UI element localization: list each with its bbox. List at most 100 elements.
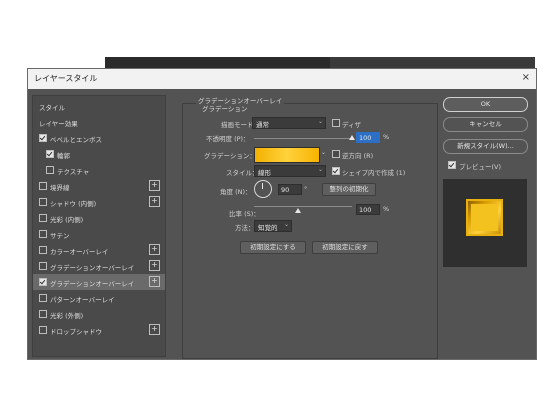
style-list-item-outer-glow[interactable]: 光彩 (外側) — [33, 306, 165, 322]
list-item-label: テクスチャ — [57, 168, 90, 176]
scale-input[interactable]: 100 — [356, 204, 380, 215]
style-list-item-gradient-overlay-selected[interactable]: グラデーションオーバーレイ + — [33, 274, 165, 290]
list-item-label: スタイル — [39, 104, 65, 112]
opacity-percent: % — [383, 133, 390, 141]
preview-swatch-face — [471, 204, 498, 231]
checkbox-icon[interactable] — [39, 310, 47, 318]
checkbox-icon[interactable] — [39, 262, 47, 270]
method-select[interactable]: 知覚的 ⌄ — [254, 220, 292, 232]
blend-mode-select[interactable]: 通常 ⌄ — [252, 117, 326, 129]
list-item-label: シャドウ (内側) — [50, 200, 97, 208]
scale-slider[interactable] — [254, 206, 352, 207]
checkbox-icon[interactable] — [39, 326, 47, 334]
checkbox-icon[interactable] — [39, 246, 47, 254]
scale-label: 比率 (S)： — [229, 210, 260, 218]
opacity-label: 不透明度 (P)： — [206, 135, 250, 143]
checkbox-icon[interactable] — [46, 166, 54, 174]
styles-list: スタイル レイヤー効果 ベベルとエンボス 輪郭 テクスチャ 境界線 + シャドウ… — [32, 95, 166, 357]
style-list-item-texture[interactable]: テクスチャ — [33, 162, 165, 178]
angle-input[interactable]: 90 — [278, 184, 302, 195]
reset-to-default-button[interactable]: 初期設定に戻す — [312, 241, 378, 254]
gradient-overlay-settings: グラデーションオーバーレイ グラデーション 描画モード： 通常 ⌄ ディザ 不透… — [182, 95, 438, 359]
list-item-label: ドロップシャドウ — [50, 328, 102, 336]
opacity-slider-handle[interactable] — [349, 135, 355, 140]
preview-swatch — [466, 199, 503, 236]
blend-mode-value: 通常 — [256, 121, 269, 129]
cancel-button[interactable]: キャンセル — [443, 117, 528, 132]
reverse-checkbox[interactable] — [332, 150, 340, 158]
reverse-label: 逆方向 (R) — [342, 152, 374, 160]
list-item-label: 境界線 — [50, 184, 70, 192]
add-effect-icon[interactable]: + — [149, 244, 160, 255]
chevron-down-icon: ⌄ — [317, 118, 323, 125]
checkbox-icon[interactable] — [39, 182, 47, 190]
align-with-layer-checkbox[interactable] — [332, 167, 340, 175]
add-effect-icon[interactable]: + — [149, 260, 160, 271]
style-list-item-satin[interactable]: サテン — [33, 226, 165, 242]
dialog-titlebar: レイヤースタイル × — [28, 69, 536, 89]
make-default-button[interactable]: 初期設定にする — [240, 241, 306, 254]
style-list-item-pattern-overlay[interactable]: パターンオーバーレイ — [33, 290, 165, 306]
list-item-label: グラデーションオーバーレイ — [50, 280, 135, 288]
list-item-label: ベベルとエンボス — [50, 136, 102, 144]
close-icon[interactable]: × — [522, 72, 530, 83]
add-effect-icon[interactable]: + — [149, 276, 160, 287]
list-item-label: 輪郭 — [57, 152, 70, 160]
list-item-label: レイヤー効果 — [39, 120, 78, 128]
add-effect-icon[interactable]: + — [149, 324, 160, 335]
new-style-button[interactable]: 新規スタイル(W)... — [443, 139, 528, 154]
checkbox-icon[interactable] — [46, 150, 54, 158]
style-list-item-bevel[interactable]: ベベルとエンボス — [33, 130, 165, 146]
chevron-down-icon[interactable]: ⌄ — [321, 149, 326, 156]
checkbox-icon[interactable] — [39, 294, 47, 302]
style-list-item-contour[interactable]: 輪郭 — [33, 146, 165, 162]
style-list-item-inner-shadow[interactable]: シャドウ (内側) + — [33, 194, 165, 210]
style-list-item-inner-glow[interactable]: 光彩 (内側) — [33, 210, 165, 226]
add-effect-icon[interactable]: + — [149, 180, 160, 191]
align-with-layer-label: シェイプ内で作成 (1) — [342, 169, 406, 177]
style-select[interactable]: 線形 ⌄ — [254, 165, 326, 177]
style-list-item-styles[interactable]: スタイル — [33, 98, 165, 114]
dither-label: ディザ — [342, 121, 362, 129]
style-preview — [443, 179, 527, 267]
reset-alignment-button[interactable]: 整列の初期化 — [322, 183, 376, 196]
checkbox-icon[interactable] — [39, 198, 47, 206]
method-label: 方法： — [235, 224, 255, 232]
checkbox-icon[interactable] — [39, 134, 47, 142]
dither-checkbox[interactable] — [332, 119, 340, 127]
style-list-item-drop-shadow[interactable]: ドロップシャドウ + — [33, 322, 165, 338]
opacity-value: 100 — [359, 134, 372, 142]
angle-needle — [262, 183, 263, 189]
scale-slider-handle[interactable] — [295, 208, 302, 213]
angle-label: 角度 (N)： — [220, 188, 252, 196]
angle-degree: ° — [304, 185, 308, 193]
scale-value: 100 — [359, 206, 372, 214]
add-effect-icon[interactable]: + — [149, 196, 160, 207]
angle-dial[interactable] — [254, 180, 272, 198]
chevron-down-icon: ⌄ — [317, 166, 323, 173]
list-item-label: サテン — [50, 232, 70, 240]
list-item-label: パターンオーバーレイ — [50, 296, 115, 304]
list-item-label: 光彩 (内側) — [50, 216, 84, 224]
checkbox-icon[interactable] — [39, 214, 47, 222]
style-value: 線形 — [258, 169, 271, 177]
style-list-item-gradient-overlay[interactable]: グラデーションオーバーレイ + — [33, 258, 165, 274]
opacity-slider[interactable] — [254, 138, 352, 139]
layer-style-dialog: レイヤースタイル × スタイル レイヤー効果 ベベルとエンボス 輪郭 テクスチャ… — [27, 68, 537, 360]
dialog-title: レイヤースタイル — [34, 74, 98, 83]
opacity-input[interactable]: 100 — [356, 132, 380, 143]
style-list-item-color-overlay[interactable]: カラーオーバーレイ + — [33, 242, 165, 258]
style-list-item-stroke[interactable]: 境界線 + — [33, 178, 165, 194]
angle-value: 90 — [281, 186, 290, 194]
list-item-label: 光彩 (外側) — [50, 312, 84, 320]
method-value: 知覚的 — [258, 224, 278, 232]
chevron-down-icon: ⌄ — [283, 221, 289, 228]
checkbox-icon[interactable] — [39, 278, 47, 286]
checkbox-icon[interactable] — [39, 230, 47, 238]
scale-percent: % — [383, 205, 390, 213]
style-list-item-effects[interactable]: レイヤー効果 — [33, 114, 165, 130]
preview-checkbox[interactable] — [448, 161, 456, 169]
gradient-label: グラデーション： — [204, 152, 256, 160]
ok-button[interactable]: OK — [443, 97, 528, 112]
gradient-swatch[interactable] — [254, 147, 320, 163]
